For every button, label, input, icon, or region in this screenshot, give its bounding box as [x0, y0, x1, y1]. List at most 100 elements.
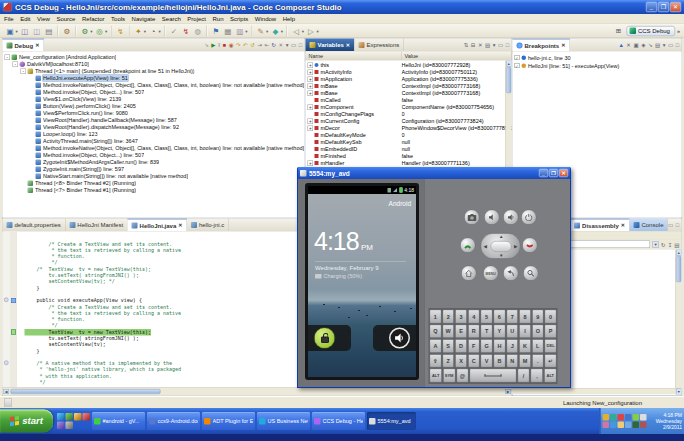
key-7[interactable]: 7: [506, 310, 518, 324]
debug-tree-row[interactable]: ZygoteInit$MethodAndArgsCaller.run() lin…: [5, 159, 305, 166]
variable-row[interactable]: mDefaultKeySsb null: [306, 139, 512, 146]
variable-row[interactable]: +mBase ContextImpl (id=830007773168): [306, 90, 512, 97]
start-button[interactable]: start: [0, 410, 53, 433]
menu-item[interactable]: Scripts: [230, 15, 248, 22]
debug-toolbar-icon[interactable]: ■: [223, 40, 226, 50]
key-i[interactable]: I: [519, 324, 531, 338]
menu-item[interactable]: Run: [213, 15, 224, 22]
menu-item[interactable]: File: [4, 15, 14, 22]
key-,[interactable]: ,: [531, 369, 543, 383]
dropdown-arrow-icon[interactable]: ▾: [105, 28, 107, 33]
key-v[interactable]: V: [481, 354, 493, 368]
debug-toolbar-icon[interactable]: ▾: [286, 40, 289, 50]
quick-media-icon[interactable]: [74, 413, 82, 421]
key-t[interactable]: T: [481, 324, 493, 338]
variable-row[interactable]: +mDecor PhoneWindow$DecorView (id=830007…: [306, 125, 512, 132]
key-l[interactable]: L: [532, 339, 544, 353]
key-alt[interactable]: ALT: [544, 369, 556, 383]
toolbar-icon[interactable]: ▣: [5, 25, 16, 36]
debug-tree-row[interactable]: Method.invoke(Object, Object...) line: 5…: [5, 152, 305, 159]
tab-expressions[interactable]: Expressions: [355, 39, 404, 52]
taskbar-task[interactable]: ADT Plugin for Eclipse...: [202, 412, 255, 430]
debug-tree-row[interactable]: Method.invokeNative(Object, Object[], Cl…: [5, 145, 305, 152]
debug-tree-row[interactable]: Thread [<8> Binder Thread #2] (Running): [5, 180, 305, 187]
key-h[interactable]: H: [493, 339, 505, 353]
menu-item[interactable]: Edit: [20, 15, 30, 22]
emulator-close-button[interactable]: ✕: [559, 169, 568, 177]
debug-toolbar-icon[interactable]: ⇥: [257, 40, 262, 50]
quick-ie-icon[interactable]: [57, 413, 65, 421]
variable-row[interactable]: mFinished false: [306, 153, 512, 160]
phone-screen[interactable]: 4:18 Android 4:18 PM Wednesday, February…: [308, 186, 416, 377]
editor-tab[interactable]: HelloJni.java✕: [128, 219, 187, 232]
emulator-minimize-button[interactable]: _: [539, 169, 548, 177]
toolbar-icon[interactable]: ⚑: [210, 25, 221, 36]
camera-button[interactable]: [464, 210, 480, 226]
taskbar-task[interactable]: #android - gV...: [92, 412, 145, 430]
sound-slider[interactable]: [373, 325, 416, 351]
unlock-slider[interactable]: [308, 325, 351, 351]
column-name[interactable]: Name: [306, 52, 402, 61]
key-space[interactable]: [470, 369, 517, 383]
toolbar-icon[interactable]: ◆: [270, 25, 281, 36]
toolbar-icon[interactable]: ◍: [192, 25, 203, 36]
key-2[interactable]: 2: [442, 310, 454, 324]
perspective-more[interactable]: »: [677, 28, 680, 34]
fold-marker-1[interactable]: [4, 298, 9, 303]
variable-row[interactable]: mDefaultKeyMode 0: [306, 132, 512, 139]
variable-row[interactable]: mConfigChangePlags 0: [306, 111, 512, 118]
toolbar-icon[interactable]: ▦: [222, 25, 233, 36]
key-z[interactable]: Z: [442, 354, 454, 368]
editor-tab[interactable]: default.properties✕: [3, 219, 66, 232]
key-q[interactable]: Q: [430, 324, 442, 338]
home-button[interactable]: [461, 266, 477, 282]
tab-console[interactable]: Console: [629, 219, 668, 232]
debug-tree-row[interactable]: - DalvikVM[localhost:8710]: [5, 61, 305, 68]
tray-clock[interactable]: 4:18 PM Wednesday 2/9/2011: [652, 412, 683, 430]
debug-toolbar-icon[interactable]: □: [299, 40, 302, 50]
debug-toolbar-icon[interactable]: ◉: [229, 40, 234, 50]
toolbar-icon[interactable]: ◫: [31, 25, 42, 36]
menu-item[interactable]: Refactor: [82, 15, 105, 22]
key-0[interactable]: 0: [545, 310, 557, 324]
debug-tree-row[interactable]: - New_configuration [Android Application…: [5, 54, 305, 61]
column-value[interactable]: Value: [402, 52, 512, 61]
menu-item[interactable]: Project: [187, 15, 206, 22]
volume-down-button[interactable]: [484, 210, 500, 226]
taskbar-task[interactable]: US Business News - L...: [257, 412, 310, 430]
menu-item[interactable]: View: [37, 15, 50, 22]
key-e[interactable]: E: [455, 324, 467, 338]
toolbar-icon[interactable]: ◁: [291, 25, 302, 36]
key-o[interactable]: O: [532, 324, 544, 338]
window-titlebar[interactable]: CCS Debug - HelloJni/src/com/example/hel…: [0, 0, 684, 14]
debug-tree-row[interactable]: HelloJni.executeApp(View) line: 51: [5, 75, 305, 82]
lock-view-icon[interactable]: ▤: [674, 239, 679, 249]
key-.[interactable]: .: [532, 354, 544, 368]
key-f[interactable]: F: [468, 339, 480, 353]
debug-tree-row[interactable]: NativeStart.main(String[]) line: not ava…: [5, 173, 305, 180]
tab-disassembly[interactable]: Disassembly✕: [570, 219, 629, 232]
key-n[interactable]: N: [506, 354, 518, 368]
key-x[interactable]: X: [455, 354, 467, 368]
end-call-button[interactable]: [522, 238, 538, 254]
power-button[interactable]: [521, 210, 537, 226]
tab-debug[interactable]: Debug✕: [3, 39, 44, 52]
minimize-button[interactable]: _: [646, 2, 657, 12]
toolbar-icon[interactable]: ↯: [180, 25, 191, 36]
variable-row[interactable]: mEmbeddedID null: [306, 146, 512, 153]
menu-item[interactable]: Tools: [111, 15, 125, 22]
key-8[interactable]: 8: [519, 310, 531, 324]
key-g[interactable]: G: [481, 339, 493, 353]
disassembly-scrollbar[interactable]: ▲▼: [676, 250, 682, 395]
toolbar-icon[interactable]: ↯: [115, 25, 126, 36]
key-p[interactable]: P: [545, 324, 557, 338]
quick-app2-icon[interactable]: [57, 422, 65, 430]
toolbar-icon[interactable]: ▤: [43, 25, 54, 36]
back-button[interactable]: [503, 266, 519, 282]
debug-tree-row[interactable]: ZygoteInit.main(String[]) line: 597: [5, 166, 305, 173]
dropdown-arrow-icon[interactable]: ▾: [159, 28, 161, 33]
dpad-up[interactable]: ▲: [499, 234, 503, 239]
menu-item[interactable]: Search: [162, 15, 181, 22]
dropdown-arrow-icon[interactable]: ▾: [144, 28, 146, 33]
dropdown-arrow-icon[interactable]: ▾: [266, 28, 268, 33]
